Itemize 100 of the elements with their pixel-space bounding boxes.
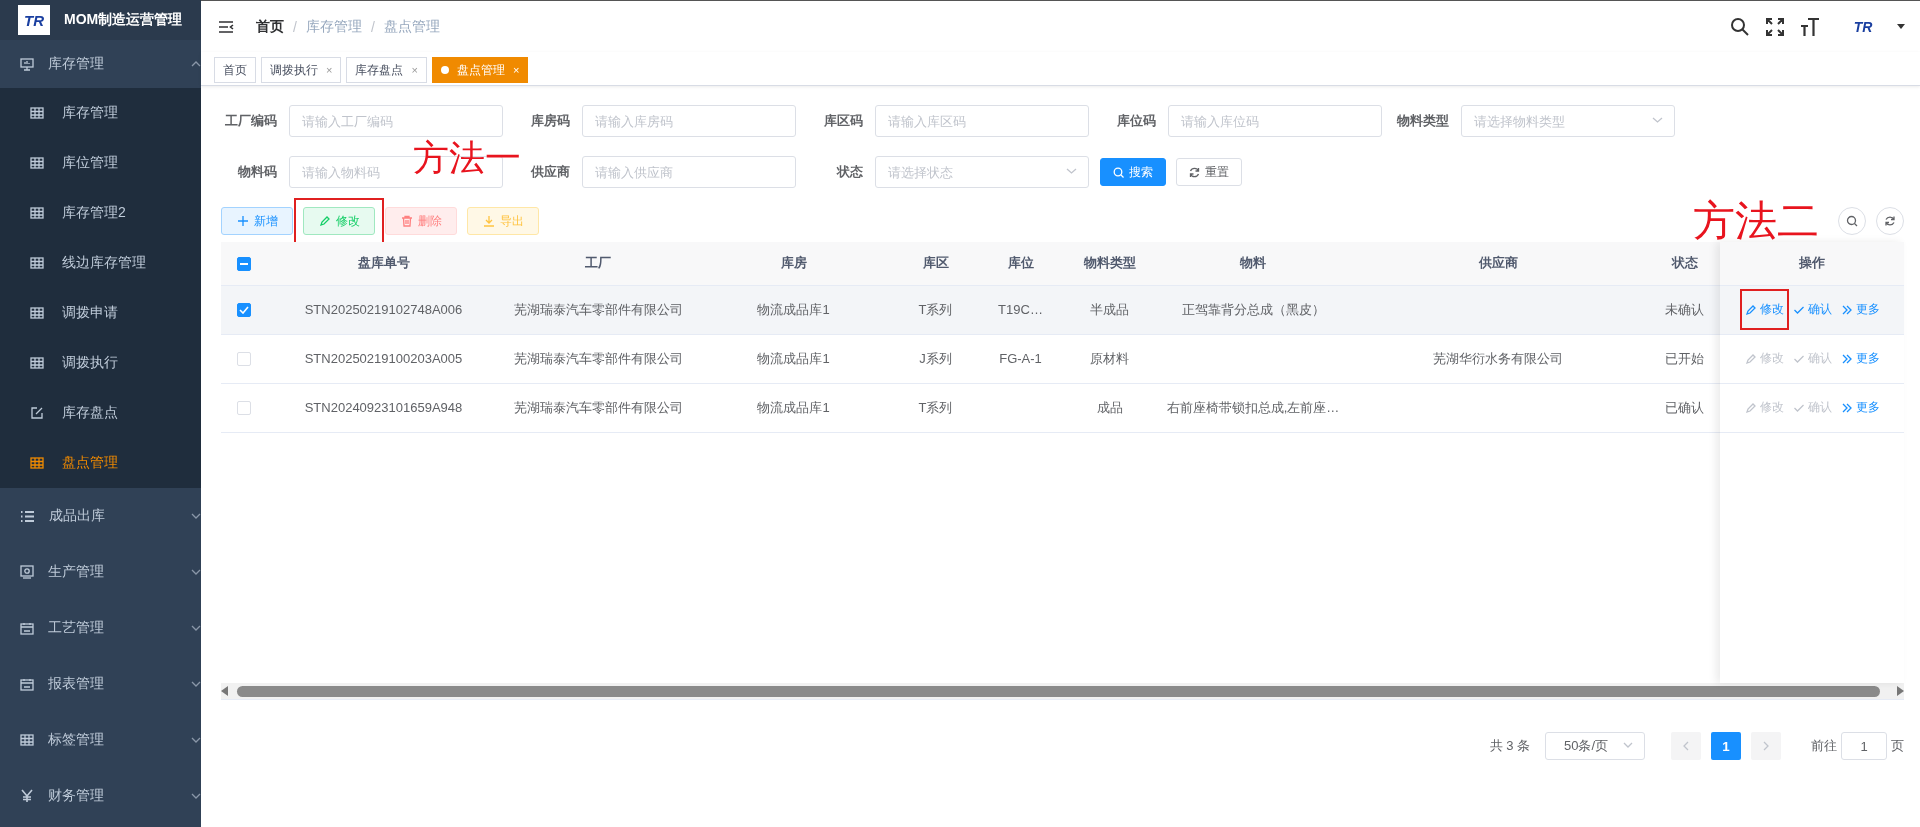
chevron-down-icon	[191, 793, 201, 799]
menu-group[interactable]: 库存管理	[0, 40, 201, 88]
menu-icon	[218, 19, 234, 34]
table-cell: 物流成品库1	[757, 301, 830, 317]
menu-group[interactable]: 成品出库	[0, 488, 201, 544]
menu-group[interactable]: 工艺管理	[0, 600, 201, 656]
menu-item[interactable]: 线边库存管理	[0, 238, 201, 288]
check-icon	[239, 306, 249, 315]
field-label: 库房码	[530, 112, 571, 130]
search-toggle-button[interactable]	[1838, 207, 1866, 235]
breadcrumb-item: 库存管理	[305, 17, 362, 36]
tab[interactable]: 调拨执行 ×	[261, 57, 342, 83]
chevron-down-icon	[1066, 168, 1077, 174]
double-chevron-icon	[1840, 401, 1853, 414]
input-field[interactable]: 请输入库位码	[1168, 105, 1382, 137]
table-icon	[30, 107, 44, 119]
edit-icon	[1744, 352, 1757, 365]
chevron-left-icon	[1683, 741, 1689, 751]
table-cell: T系列	[918, 301, 953, 317]
column-header: 状态	[1648, 242, 1720, 285]
horizontal-scrollbar[interactable]	[221, 683, 1904, 699]
table-icon	[30, 207, 44, 219]
calendar-icon	[20, 621, 34, 635]
double-chevron-icon	[1840, 352, 1853, 365]
table-cell: 已确认	[1665, 399, 1704, 415]
edit-icon	[318, 215, 331, 227]
search-icon	[1846, 215, 1858, 227]
tab[interactable]: 库存盘点 ×	[346, 57, 427, 83]
table-cell: 芜湖华衍水务有限公司	[1433, 350, 1563, 366]
refresh-icon	[1884, 215, 1896, 227]
list-icon	[20, 509, 35, 523]
table-cell: 芜湖瑞泰汽车零部件有限公司	[513, 399, 683, 415]
goto-label: 前往	[1811, 737, 1837, 755]
total-count: 共 3 条	[1489, 737, 1530, 755]
tab[interactable]: 首页	[214, 57, 256, 83]
table-icon	[20, 734, 34, 746]
menu-group[interactable]: 财务管理	[0, 768, 201, 824]
menu-group[interactable]: 报表管理	[0, 656, 201, 712]
edit-icon	[1744, 303, 1757, 316]
chevron-down-icon	[191, 569, 201, 575]
caret-icon	[1896, 23, 1906, 30]
input-field[interactable]: 请输入库房码	[582, 105, 796, 137]
more-link[interactable]: 更多	[1840, 399, 1880, 416]
column-header: 库区	[891, 242, 980, 285]
table-cell: 原材料	[1090, 350, 1129, 366]
menu-item[interactable]: 库存盘点	[0, 388, 201, 438]
table-cell: 物流成品库1	[757, 399, 830, 415]
column-header: 库房	[696, 242, 891, 285]
column-header: 盘库单号	[267, 242, 500, 285]
breadcrumb-item[interactable]: 首页	[256, 17, 284, 36]
table-cell: STN20240923101659A948	[304, 400, 463, 415]
table-icon	[30, 457, 44, 469]
table-cell: T19C…	[998, 302, 1043, 317]
checkbox[interactable]	[237, 303, 251, 318]
column-header: 供应商	[1348, 242, 1648, 285]
arrow-right-icon	[1896, 686, 1904, 696]
search-icon	[1730, 16, 1750, 37]
menu-group[interactable]: 标签管理	[0, 712, 201, 768]
plus-icon	[236, 215, 249, 227]
calendar-icon	[20, 677, 34, 691]
breadcrumb-item: 盘点管理	[383, 17, 440, 36]
column-header: 库位	[980, 242, 1061, 285]
menu-item[interactable]: 调拨执行	[0, 338, 201, 388]
table-icon	[30, 257, 44, 269]
font-size-icon	[1800, 16, 1820, 37]
more-link[interactable]: 更多	[1840, 350, 1880, 367]
edit-icon	[30, 406, 44, 420]
table-icon	[30, 157, 44, 169]
chevron-right-icon	[1763, 741, 1769, 751]
input-field[interactable]: 请输入供应商	[582, 156, 796, 188]
table-cell: 右前座椅带锁扣总成,左前座…	[1166, 399, 1340, 415]
input-field[interactable]: 请输入工厂编码	[289, 105, 503, 137]
page-input[interactable]: 1	[1841, 732, 1887, 760]
refresh-button[interactable]	[1876, 207, 1904, 235]
refresh-icon	[1189, 166, 1200, 178]
chevron-down-icon	[1623, 742, 1633, 748]
menu-item[interactable]: 库位管理	[0, 138, 201, 188]
page-size-select[interactable]: 50条/页	[1545, 732, 1645, 760]
chevron-up-icon	[191, 61, 201, 67]
menu-group[interactable]: 生产管理	[0, 544, 201, 600]
table-cell: 未确认	[1665, 301, 1704, 317]
menu-item[interactable]: 库存管理2	[0, 188, 201, 238]
menu-item[interactable]: 库存管理	[0, 88, 201, 138]
select-field[interactable]: 请选择物料类型	[1461, 105, 1675, 137]
table-cell: T系列	[918, 399, 953, 415]
input-field[interactable]: 请输入库区码	[875, 105, 1089, 137]
table-cell: J系列	[919, 350, 952, 366]
field-label: 物料码	[237, 163, 278, 181]
checkbox[interactable]	[237, 257, 251, 272]
reset-button[interactable]: 重置	[1176, 158, 1242, 186]
chevron-down-icon	[191, 737, 201, 743]
avatar[interactable]: TR	[1846, 15, 1880, 38]
table-cell: 成品	[1096, 399, 1123, 415]
dot-icon	[440, 66, 449, 74]
select-field[interactable]: 请选择状态	[875, 156, 1089, 188]
chevron-down-icon	[191, 625, 201, 631]
screen-icon	[20, 565, 34, 579]
search-icon	[1113, 166, 1124, 178]
menu-item[interactable]: 盘点管理	[0, 438, 201, 488]
menu-item[interactable]: 调拨申请	[0, 288, 201, 338]
